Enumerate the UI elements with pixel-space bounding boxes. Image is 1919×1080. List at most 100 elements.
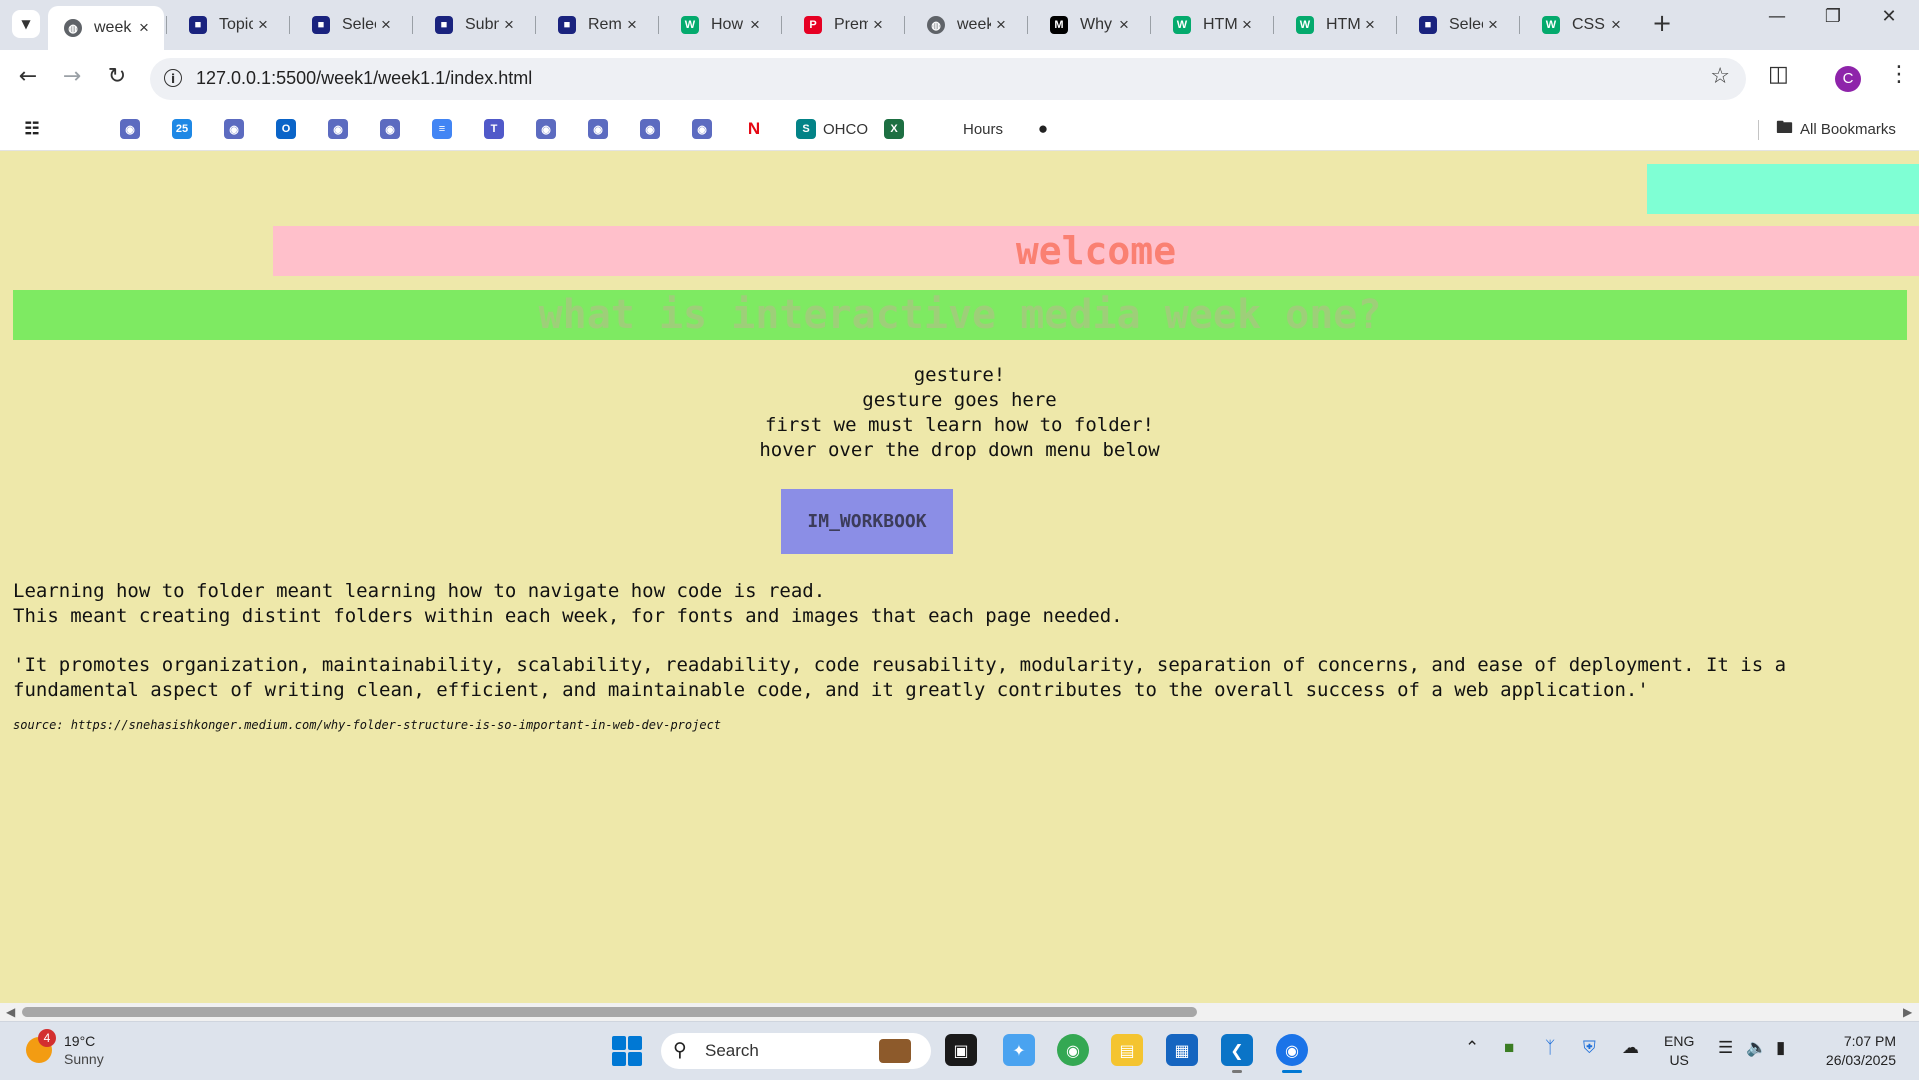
restore-button[interactable]: ❐ [1810, 6, 1856, 27]
browser-tab[interactable]: P Prem × [788, 7, 898, 43]
bookmark-item[interactable]: ◉ [380, 116, 400, 142]
bookmark-icon: ◉ [692, 119, 712, 139]
bookmark-item[interactable]: ◉ [692, 116, 712, 142]
tab-close-icon[interactable]: × [991, 15, 1011, 35]
vscode-icon[interactable]: ❮ [1221, 1034, 1253, 1066]
battery-icon[interactable]: ▮ [1776, 1038, 1785, 1058]
address-bar[interactable]: i 127.0.0.1:5500/week1/week1.1/index.htm… [150, 58, 1746, 100]
nvidia-icon[interactable]: ■ [1504, 1038, 1514, 1058]
bookmark-item[interactable]: ◉ [120, 116, 140, 142]
taskbar-search[interactable]: ⚲ Search [661, 1033, 931, 1069]
chrome-profile-icon[interactable]: ◉ [1276, 1034, 1308, 1066]
scrollbar-thumb[interactable] [22, 1007, 1197, 1017]
browser-tab[interactable]: ■ Selec× [1403, 7, 1513, 43]
horizontal-scrollbar[interactable]: ◀ ▶ [0, 1003, 1919, 1021]
tab-close-icon[interactable]: × [622, 15, 642, 35]
task-view-icon[interactable]: ▣ [945, 1034, 977, 1066]
tab-close-icon[interactable]: × [1114, 15, 1134, 35]
scroll-left-icon[interactable]: ◀ [6, 1005, 15, 1019]
bookmark-item[interactable]: ◉ [328, 116, 348, 142]
back-button[interactable]: ← [13, 64, 43, 89]
browser-tab[interactable]: ◍ week × [48, 6, 164, 50]
security-shield-icon[interactable]: ⛨ [1583, 1038, 1596, 1058]
tab-close-icon[interactable]: × [745, 15, 765, 35]
close-window-button[interactable]: ✕ [1866, 6, 1912, 27]
tab-close-icon[interactable]: × [1483, 15, 1503, 35]
copilot-icon[interactable]: ✦ [1003, 1034, 1035, 1066]
im-workbook-dropdown[interactable]: IM_WORKBOOK [781, 489, 953, 554]
tab-close-icon[interactable]: × [1237, 15, 1257, 35]
weather-widget[interactable]: 4 19°C Sunny [26, 1029, 104, 1068]
site-info-icon[interactable]: i [164, 69, 182, 87]
profile-avatar[interactable]: C [1835, 66, 1861, 92]
clock[interactable]: 7:07 PM 26/03/2025 [1812, 1032, 1896, 1070]
bookmark-item[interactable] [68, 116, 88, 142]
wifi-icon[interactable]: ☰ [1718, 1038, 1733, 1058]
w3-icon: W [1173, 16, 1191, 34]
browser-tab[interactable]: ◍ week × [911, 7, 1021, 43]
intro-line: hover over the drop down menu below [759, 439, 1160, 461]
tab-close-icon[interactable]: × [868, 15, 888, 35]
bookmark-item[interactable]: ◉ [224, 116, 244, 142]
bookmark-item[interactable]: ● [1033, 116, 1053, 142]
browser-tab[interactable]: ■ Remo× [542, 7, 652, 43]
start-button[interactable] [612, 1036, 642, 1066]
tab-close-icon[interactable]: × [253, 15, 273, 35]
browser-tab[interactable]: W HTM × [1280, 7, 1390, 43]
bookmark-item[interactable]: Hours [936, 116, 1003, 142]
browser-tab[interactable]: W How × [665, 7, 775, 43]
bookmarks-divider [1758, 120, 1759, 140]
microsoft-icon [68, 119, 88, 139]
chrome-icon[interactable]: ◉ [1057, 1034, 1089, 1066]
minimize-button[interactable]: — [1754, 6, 1800, 27]
bookmark-item[interactable]: T [484, 116, 504, 142]
browser-tab[interactable]: ■ Topic × [173, 7, 283, 43]
docs-icon: ≡ [432, 119, 452, 139]
bookmark-item[interactable]: ◉ [536, 116, 556, 142]
bookmark-item[interactable]: 25 [172, 116, 192, 142]
quote-line: fundamental aspect of writing clean, eff… [13, 679, 1649, 701]
tab-search-button[interactable]: ▼ [12, 10, 40, 38]
tab-close-icon[interactable]: × [1606, 15, 1626, 35]
all-bookmarks-button[interactable]: 🖿 All Bookmarks [1776, 116, 1896, 142]
url-text[interactable]: 127.0.0.1:5500/week1/week1.1/index.html [196, 68, 532, 89]
browser-tab[interactable]: M Why × [1034, 7, 1144, 43]
volume-icon[interactable]: 🔈 [1746, 1038, 1767, 1058]
intro-line: first we must learn how to folder! [765, 414, 1154, 436]
language-indicator[interactable]: ENG US [1664, 1032, 1694, 1070]
bookmark-item[interactable]: O [276, 116, 296, 142]
bookmark-item[interactable]: ◉ [588, 116, 608, 142]
teams-icon: T [484, 119, 504, 139]
scroll-right-icon[interactable]: ▶ [1903, 1005, 1912, 1019]
bluetooth-icon[interactable]: ᛉ [1545, 1038, 1555, 1058]
new-tab-button[interactable]: + [1652, 9, 1672, 37]
tab-separator [1150, 16, 1151, 34]
file-explorer-icon[interactable]: ▤ [1111, 1034, 1143, 1066]
tray-chevron-icon[interactable]: ⌃ [1465, 1038, 1479, 1058]
tab-close-icon[interactable]: × [1360, 15, 1380, 35]
bookmark-star-icon[interactable]: ☆ [1710, 64, 1730, 89]
tab-close-icon[interactable]: × [376, 15, 396, 35]
browser-tab[interactable]: W HTM × [1157, 7, 1267, 43]
store-icon[interactable]: ▦ [1166, 1034, 1198, 1066]
bookmark-item[interactable]: ≡ [432, 116, 452, 142]
browser-tab[interactable]: ■ Subn × [419, 7, 529, 43]
browser-tab[interactable]: ■ Selec× [296, 7, 406, 43]
bookmark-item[interactable]: ☷ [22, 116, 42, 142]
extensions-icon[interactable]: ◫ [1768, 62, 1789, 87]
bookmark-item[interactable]: ◉ [640, 116, 660, 142]
tab-separator [1027, 16, 1028, 34]
bookmark-item[interactable]: N [744, 116, 764, 142]
onedrive-icon[interactable]: ☁ [1622, 1038, 1639, 1058]
forward-button[interactable]: → [57, 64, 87, 89]
bookmark-item[interactable]: X [884, 116, 904, 142]
browser-tab[interactable]: W CSS × [1526, 7, 1636, 43]
page-heading: what is interactive media week one? [13, 290, 1907, 340]
menu-kebab-icon[interactable]: ⋮ [1888, 62, 1910, 87]
tab-close-icon[interactable]: × [499, 15, 519, 35]
tab-close-icon[interactable]: × [134, 18, 154, 38]
reload-button[interactable]: ↻ [102, 64, 132, 89]
briefcase-icon [879, 1039, 911, 1063]
bookmark-icon: ◉ [536, 119, 556, 139]
bookmark-item[interactable]: S OHCO [796, 116, 868, 142]
